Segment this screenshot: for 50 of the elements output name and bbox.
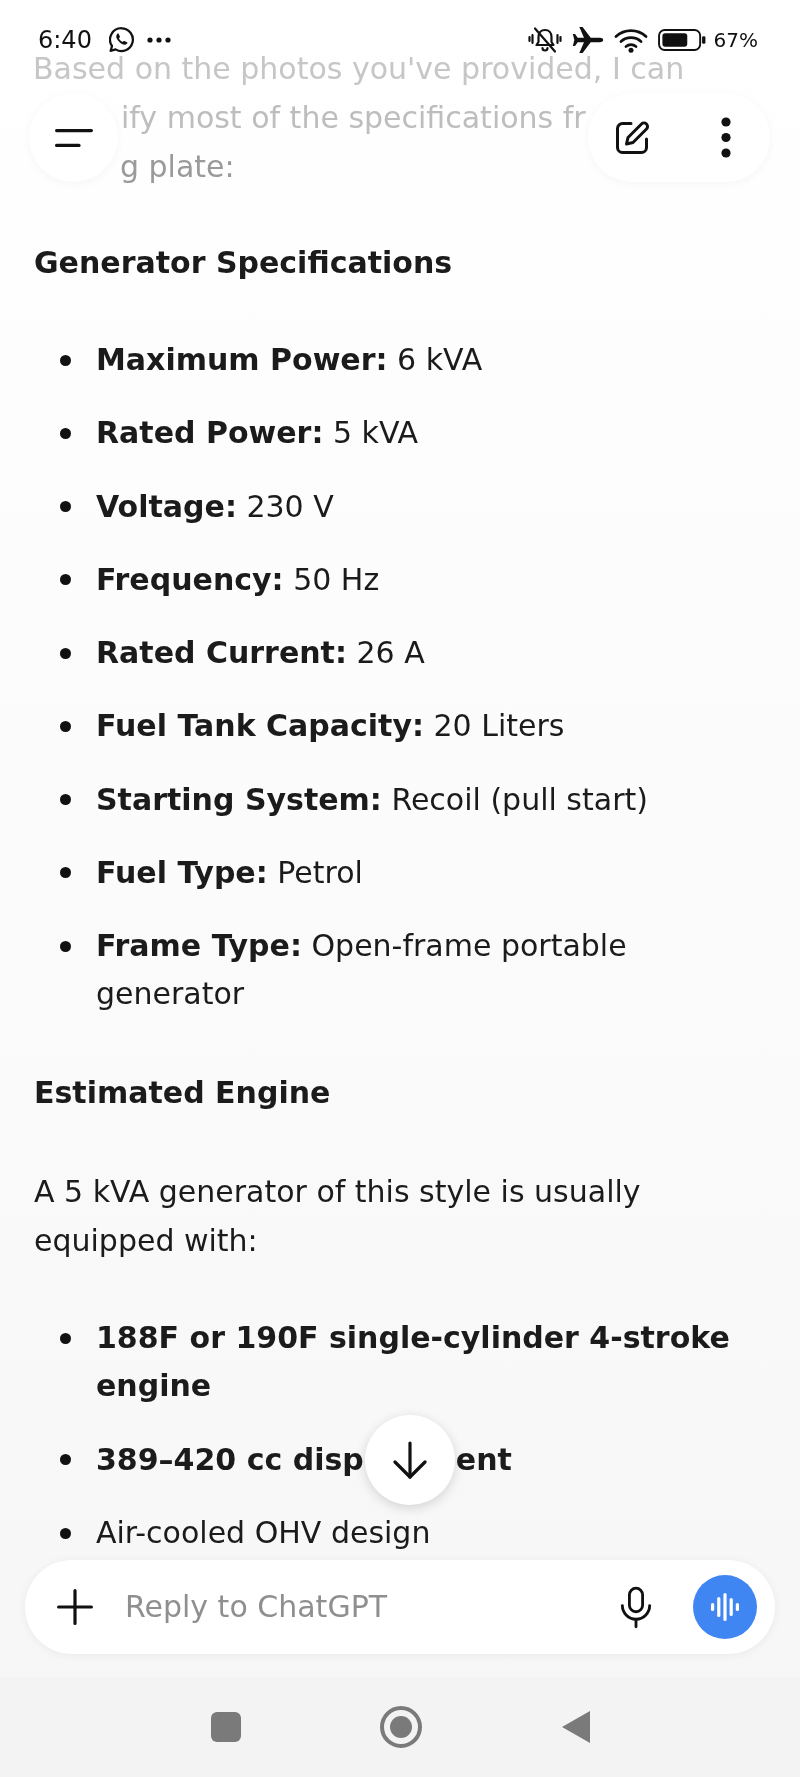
bullet-icon xyxy=(60,1332,71,1344)
edit-icon[interactable] xyxy=(614,119,650,156)
back-icon[interactable] xyxy=(561,1711,590,1743)
more-icon xyxy=(146,37,171,43)
list-item-text: Fuel Type: Petrol xyxy=(96,853,363,892)
list-item-text: 188F or 190F single-cylinder 4-stroke engine xyxy=(96,1319,731,1405)
wifi-icon xyxy=(613,27,648,53)
muted-bell-icon xyxy=(527,26,562,54)
section-heading: Estimated Engine xyxy=(34,1074,331,1112)
waveform-icon xyxy=(711,1593,739,1621)
list-item-text: ent xyxy=(455,1440,512,1479)
bullet-icon xyxy=(60,794,71,805)
section-heading: Generator Specifications xyxy=(34,244,453,282)
list-item-text: Frequency: 50 Hz xyxy=(96,560,380,599)
bullet-icon xyxy=(60,354,71,366)
list-item-text: Maximum Power: 6 kVA xyxy=(96,341,483,379)
list-item-text: Starting System: Recoil (pull start) xyxy=(96,780,648,819)
bullet-icon xyxy=(60,867,71,879)
reply-input[interactable]: Reply to ChatGPT xyxy=(125,1589,610,1625)
more-options-icon[interactable] xyxy=(721,117,731,158)
home-icon[interactable] xyxy=(379,1706,422,1748)
battery-icon xyxy=(657,29,706,51)
bullet-icon xyxy=(60,427,71,439)
message-text: g plate: xyxy=(120,149,235,184)
paragraph-text: A 5 kVA generator of this style is usually equipped with: xyxy=(34,1172,642,1260)
list-item-text: Fuel Tank Capacity: 20 Liters xyxy=(96,707,565,746)
bullet-icon xyxy=(60,501,71,512)
bullet-icon xyxy=(60,1527,71,1539)
bullet-icon xyxy=(60,574,71,586)
phone-bubble-icon xyxy=(108,27,135,53)
airplane-icon xyxy=(571,27,604,53)
bullet-icon xyxy=(60,940,71,952)
list-item-text: Rated Current: 26 A xyxy=(96,634,425,672)
list-item-text: Rated Power: 5 kVA xyxy=(96,414,419,453)
bullet-icon xyxy=(60,647,71,659)
message-text: ify most of the specifications fr xyxy=(121,100,586,135)
bullet-icon xyxy=(60,720,71,732)
bullet-icon xyxy=(60,1454,71,1465)
list-item-text: Air-cooled OHV design xyxy=(96,1514,431,1552)
message-text: Based on the photos you've provided, I can xyxy=(33,51,685,86)
list-item-text: 389–420 cc disp xyxy=(96,1440,364,1479)
scroll-down-button[interactable] xyxy=(364,1414,455,1505)
microphone-icon[interactable] xyxy=(620,1585,652,1629)
list-item-text: Voltage: 230 V xyxy=(96,487,334,526)
battery-percent: 67% xyxy=(713,28,758,52)
status-time: 6:40 xyxy=(38,28,92,52)
recents-icon[interactable] xyxy=(210,1712,241,1742)
plus-icon[interactable] xyxy=(57,1589,93,1625)
menu-icon xyxy=(54,128,93,147)
list-item-text: Frame Type: Open-frame portable generator xyxy=(96,927,628,1013)
